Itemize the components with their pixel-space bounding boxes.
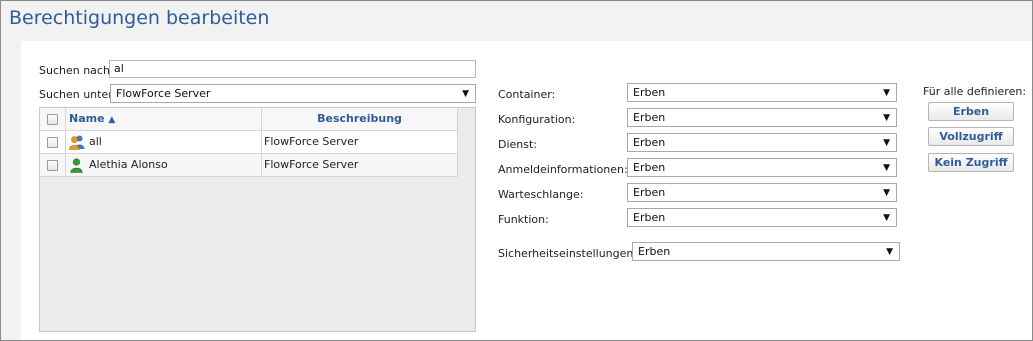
set-all-full-access-button[interactable]: Vollzugriff [928, 127, 1014, 146]
security-settings-value: Erben [638, 245, 671, 258]
row-description: FlowForce Server [264, 158, 359, 171]
configuration-value: Erben [633, 111, 666, 124]
row-checkbox[interactable] [47, 137, 58, 148]
name-header-label[interactable]: Name [69, 112, 105, 125]
chevron-down-icon[interactable]: ▼ [883, 86, 890, 100]
chevron-down-icon[interactable]: ▼ [886, 245, 893, 259]
main-panel: Suchen nach: al Suchen unter: FlowForce … [21, 41, 1032, 340]
grid-header: Name ▲ Beschreibung [40, 108, 458, 131]
security-settings-label: Sicherheitseinstellungen: [498, 247, 638, 260]
service-value: Erben [633, 136, 666, 149]
name-column-header[interactable]: Name ▲ [69, 108, 115, 131]
chevron-down-icon[interactable]: ▼ [462, 87, 469, 101]
row-checkbox[interactable] [47, 160, 58, 171]
credentials-select[interactable]: Erben ▼ [627, 158, 897, 177]
search-input[interactable]: al [109, 60, 476, 78]
row-name: all [89, 135, 102, 148]
chevron-down-icon[interactable]: ▼ [883, 136, 890, 150]
credentials-value: Erben [633, 161, 666, 174]
page-title: Berechtigungen bearbeiten [9, 7, 270, 29]
chevron-down-icon[interactable]: ▼ [883, 211, 890, 225]
queue-value: Erben [633, 186, 666, 199]
user-icon [70, 158, 83, 173]
search-in-label: Suchen unter: [39, 88, 117, 101]
search-label: Suchen nach: [39, 64, 114, 77]
queue-select[interactable]: Erben ▼ [627, 183, 897, 202]
set-all-inherit-button[interactable]: Erben [928, 102, 1014, 121]
description-column-header[interactable]: Beschreibung [262, 108, 457, 131]
table-row[interactable]: Alethia Alonso FlowForce Server [40, 154, 458, 177]
chevron-down-icon[interactable]: ▼ [883, 161, 890, 175]
permission-label-container: Container: [498, 88, 556, 101]
container-value: Erben [633, 86, 666, 99]
search-in-value: FlowForce Server [116, 87, 211, 100]
user-group-icon [69, 135, 85, 150]
select-all-checkbox[interactable] [47, 114, 58, 125]
function-value: Erben [633, 211, 666, 224]
security-settings-select[interactable]: Erben ▼ [632, 242, 900, 261]
set-all-no-access-button[interactable]: Kein Zugriff [928, 153, 1014, 172]
container-select[interactable]: Erben ▼ [627, 83, 897, 102]
search-in-select[interactable]: FlowForce Server ▼ [110, 84, 476, 103]
service-select[interactable]: Erben ▼ [627, 133, 897, 152]
permission-label-function: Funktion: [498, 213, 549, 226]
principals-grid: Name ▲ Beschreibung all FlowForce Server… [39, 107, 476, 332]
row-description: FlowForce Server [264, 135, 359, 148]
permission-label-configuration: Konfiguration: [498, 113, 576, 126]
table-row[interactable]: all FlowForce Server [40, 131, 458, 154]
sort-ascending-icon[interactable]: ▲ [108, 115, 115, 125]
permission-label-service: Dienst: [498, 138, 538, 151]
permission-label-queue: Warteschlange: [498, 188, 584, 201]
set-all-label: Für alle definieren: [923, 85, 1027, 98]
chevron-down-icon[interactable]: ▼ [883, 111, 890, 125]
function-select[interactable]: Erben ▼ [627, 208, 897, 227]
permission-label-credentials: Anmeldeinformationen: [498, 163, 628, 176]
row-name: Alethia Alonso [89, 158, 168, 171]
window-frame: Berechtigungen bearbeiten Suchen nach: a… [0, 0, 1033, 341]
chevron-down-icon[interactable]: ▼ [883, 186, 890, 200]
configuration-select[interactable]: Erben ▼ [627, 108, 897, 127]
